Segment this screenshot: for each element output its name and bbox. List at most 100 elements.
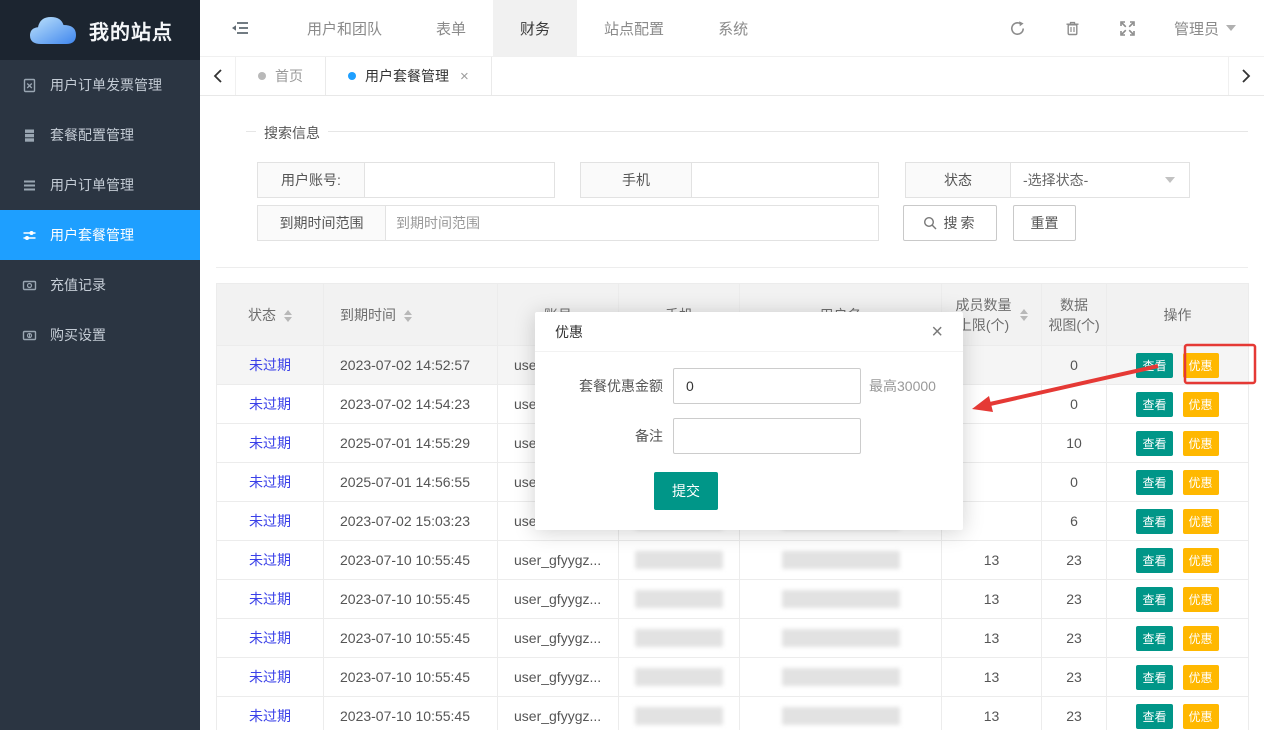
view-button[interactable]: 查看 — [1136, 509, 1172, 534]
top-nav: 用户和团队 表单 财务 站点配置 系统 — [280, 0, 775, 56]
account-input[interactable] — [364, 162, 555, 198]
discount-button[interactable]: 优惠 — [1183, 665, 1219, 690]
admin-menu[interactable]: 管理员 — [1174, 18, 1236, 39]
sort-icon[interactable] — [404, 310, 412, 322]
tab-dot — [258, 72, 266, 80]
col-expire[interactable]: 到期时间 — [324, 284, 498, 346]
sidebar-item-label: 购买设置 — [50, 325, 106, 345]
remark-row: 备注 — [535, 418, 963, 454]
refresh-icon[interactable] — [1009, 20, 1026, 37]
redacted-username — [782, 590, 900, 608]
sidebar: 我的站点 用户订单发票管理 套餐配置管理 用户订单管理 用户套餐管理 — [0, 0, 200, 730]
view-button[interactable]: 查看 — [1136, 704, 1172, 729]
col-views: 数据视图(个) — [1042, 284, 1107, 346]
phone-label: 手机 — [580, 162, 691, 198]
redacted-username — [782, 668, 900, 686]
sidebar-item-user-package-management[interactable]: 用户套餐管理 — [0, 210, 200, 260]
discount-button[interactable]: 优惠 — [1183, 392, 1219, 417]
sidebar-item-purchase-settings[interactable]: 购买设置 — [0, 310, 200, 360]
discount-button[interactable]: 优惠 — [1183, 353, 1219, 378]
col-status[interactable]: 状态 — [217, 284, 324, 346]
amount-row: 套餐优惠金额 最高30000 — [535, 368, 963, 404]
modal-title: 优惠 — [555, 322, 583, 342]
view-button[interactable]: 查看 — [1136, 353, 1172, 378]
sort-icon[interactable] — [1020, 309, 1028, 321]
sidebar-item-label: 用户订单发票管理 — [50, 75, 162, 95]
discount-button[interactable]: 优惠 — [1183, 704, 1219, 729]
tab-home[interactable]: 首页 — [236, 57, 325, 95]
amount-label: 套餐优惠金额 — [535, 376, 663, 396]
search-button[interactable]: 搜索 — [903, 205, 997, 241]
view-button[interactable]: 查看 — [1136, 587, 1172, 612]
user-package-sliders-icon — [22, 227, 38, 243]
sidebar-item-recharge-record[interactable]: 充值记录 — [0, 260, 200, 310]
view-button[interactable]: 查看 — [1136, 626, 1172, 651]
redacted-username — [782, 551, 900, 569]
nav-finance[interactable]: 财务 — [493, 0, 577, 56]
account-field-group: 用户账号: — [257, 162, 555, 198]
nav-forms[interactable]: 表单 — [409, 0, 493, 56]
status-label: 状态 — [905, 162, 1010, 198]
sidebar-item-label: 用户套餐管理 — [50, 225, 134, 245]
view-button[interactable]: 查看 — [1136, 665, 1172, 690]
nav-site-config[interactable]: 站点配置 — [577, 0, 691, 56]
date-range-input[interactable] — [385, 205, 879, 241]
redacted-username — [782, 629, 900, 647]
search-legend: 搜索信息 — [256, 123, 328, 143]
discount-button[interactable]: 优惠 — [1183, 431, 1219, 456]
invoice-file-icon — [22, 77, 38, 93]
view-button[interactable]: 查看 — [1136, 470, 1172, 495]
chevron-left-icon[interactable] — [200, 57, 236, 95]
account-label: 用户账号: — [257, 162, 364, 198]
tab-dot — [348, 72, 356, 80]
tab-close-icon[interactable]: × — [460, 68, 469, 85]
page: 我的站点 用户订单发票管理 套餐配置管理 用户订单管理 用户套餐管理 — [0, 0, 1264, 730]
header: 用户和团队 表单 财务 站点配置 系统 管理员 — [200, 0, 1264, 57]
status-select[interactable]: -选择状态- — [1010, 162, 1190, 198]
order-list-icon — [22, 177, 38, 193]
status-badge: 未过期 — [249, 591, 291, 607]
content-divider — [216, 267, 1248, 268]
trash-icon[interactable] — [1064, 20, 1081, 37]
discount-button[interactable]: 优惠 — [1183, 626, 1219, 651]
sidebar-item-label: 用户订单管理 — [50, 175, 134, 195]
remark-input[interactable] — [673, 418, 861, 454]
amount-input[interactable] — [673, 368, 861, 404]
phone-field-group: 手机 — [580, 162, 879, 198]
redacted-phone — [635, 590, 723, 608]
sidebar-item-order-management[interactable]: 用户订单管理 — [0, 160, 200, 210]
redacted-phone — [635, 668, 723, 686]
status-badge: 未过期 — [249, 396, 291, 412]
view-button[interactable]: 查看 — [1136, 392, 1172, 417]
phone-input[interactable] — [691, 162, 879, 198]
discount-button[interactable]: 优惠 — [1183, 509, 1219, 534]
cloud-logo-icon — [27, 14, 79, 46]
select-caret-icon — [1165, 177, 1175, 183]
sort-icon[interactable] — [284, 310, 292, 322]
fullscreen-icon[interactable] — [1119, 20, 1136, 37]
collapse-menu-icon[interactable] — [200, 0, 280, 56]
tab-user-package-management[interactable]: 用户套餐管理 × — [325, 57, 492, 95]
nav-system[interactable]: 系统 — [691, 0, 775, 56]
discount-button[interactable]: 优惠 — [1183, 548, 1219, 573]
logo: 我的站点 — [0, 0, 200, 60]
nav-users-teams[interactable]: 用户和团队 — [280, 0, 409, 56]
close-icon[interactable]: × — [931, 322, 943, 342]
tab-bar: 首页 用户套餐管理 × — [200, 57, 1264, 96]
modal-header: 优惠 × — [535, 312, 963, 352]
search-icon — [923, 216, 937, 230]
caret-down-icon — [1226, 25, 1236, 31]
sidebar-item-invoice-management[interactable]: 用户订单发票管理 — [0, 60, 200, 110]
sidebar-item-package-config[interactable]: 套餐配置管理 — [0, 110, 200, 160]
discount-button[interactable]: 优惠 — [1183, 470, 1219, 495]
reset-button[interactable]: 重置 — [1013, 205, 1076, 241]
table-row: 未过期 2023-07-10 10:55:45 user_gfyygz... 1… — [217, 658, 1249, 697]
view-button[interactable]: 查看 — [1136, 431, 1172, 456]
chevron-right-icon[interactable] — [1228, 57, 1264, 95]
table-row: 未过期 2023-07-10 10:55:45 user_gfyygz... 1… — [217, 619, 1249, 658]
redacted-username — [782, 707, 900, 725]
admin-label: 管理员 — [1174, 18, 1219, 39]
view-button[interactable]: 查看 — [1136, 548, 1172, 573]
submit-button[interactable]: 提交 — [654, 472, 718, 510]
discount-button[interactable]: 优惠 — [1183, 587, 1219, 612]
